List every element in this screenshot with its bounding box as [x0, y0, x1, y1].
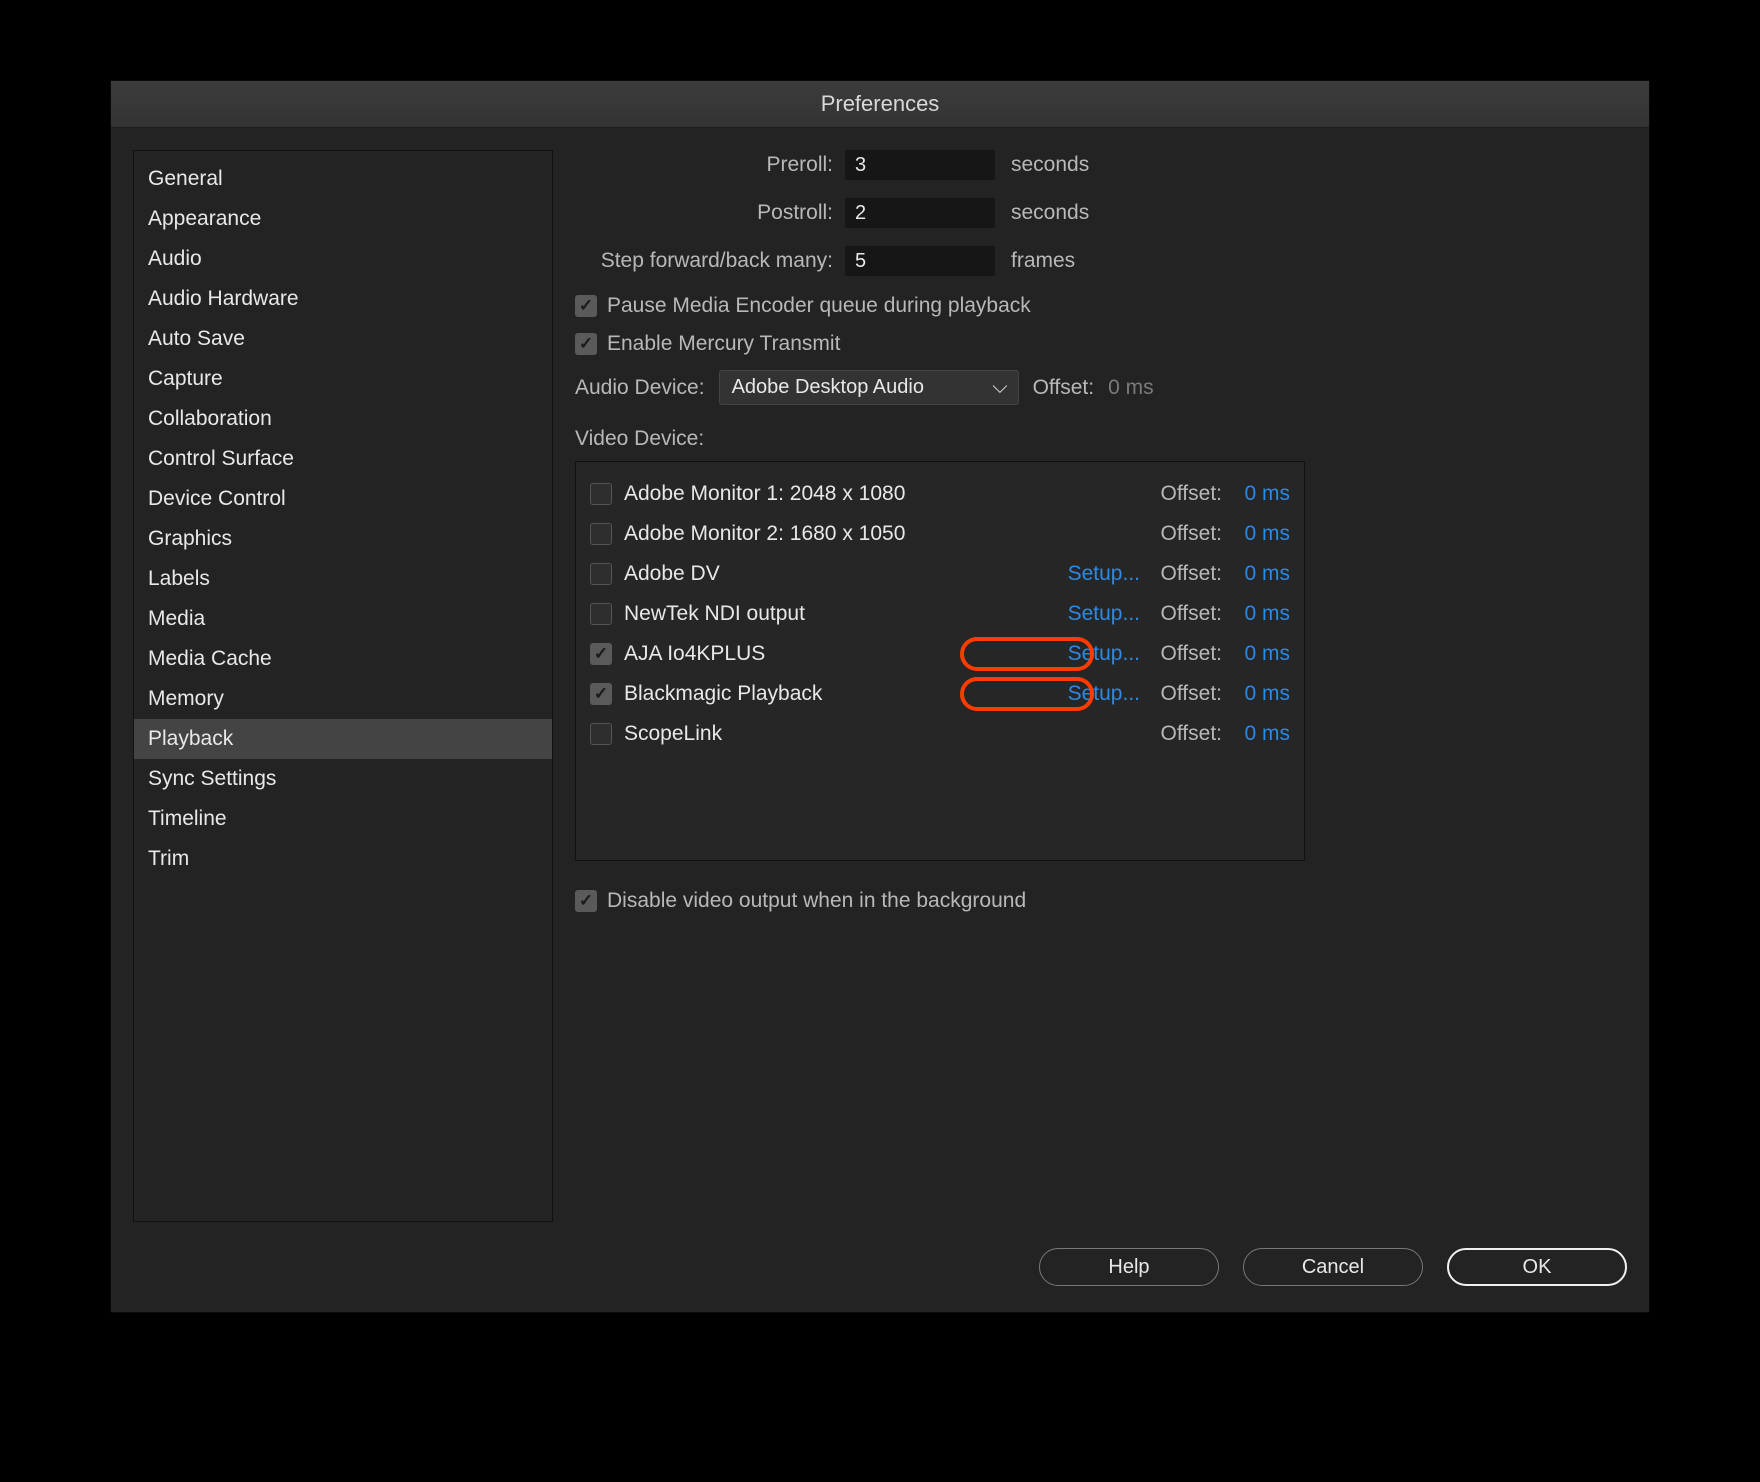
video-device-offset-label: Offset: — [1152, 482, 1222, 506]
video-device-row: Adobe Monitor 1: 2048 x 1080 Offset: 0 ms — [590, 474, 1290, 514]
video-device-name: Blackmagic Playback — [624, 682, 822, 706]
audio-device-label: Audio Device: — [575, 376, 705, 400]
pause-check-row[interactable]: Pause Media Encoder queue during playbac… — [575, 294, 1627, 318]
disable-bg-checkbox[interactable] — [575, 890, 597, 912]
video-device-checkbox[interactable] — [590, 523, 612, 545]
preroll-suffix: seconds — [1011, 153, 1089, 177]
video-device-row: ScopeLink Offset: 0 ms — [590, 714, 1290, 754]
video-device-offset-value[interactable]: 0 ms — [1234, 482, 1290, 506]
mercury-check-label: Enable Mercury Transmit — [607, 332, 840, 356]
dialog-footer: Help Cancel OK — [111, 1222, 1649, 1312]
cancel-button[interactable]: Cancel — [1243, 1248, 1423, 1286]
video-device-list: Adobe Monitor 1: 2048 x 1080Offset:0 msA… — [575, 461, 1305, 861]
sidebar-item-control-surface[interactable]: Control Surface — [134, 439, 552, 479]
preroll-input[interactable] — [845, 150, 995, 180]
sidebar-item-media[interactable]: Media — [134, 599, 552, 639]
step-input[interactable] — [845, 246, 995, 276]
help-button[interactable]: Help — [1039, 1248, 1219, 1286]
main-panel: Preroll: seconds Postroll: seconds Step … — [575, 150, 1627, 1222]
video-device-offset-value[interactable]: 0 ms — [1234, 602, 1290, 626]
dialog-content: GeneralAppearanceAudioAudio HardwareAuto… — [111, 128, 1649, 1222]
video-device-offset-label: Offset: — [1152, 722, 1222, 746]
postroll-input[interactable] — [845, 198, 995, 228]
pause-checkbox[interactable] — [575, 295, 597, 317]
video-device-setup-link[interactable]: Setup... — [1050, 642, 1140, 666]
sidebar-item-playback[interactable]: Playback — [134, 719, 552, 759]
disable-bg-check-label: Disable video output when in the backgro… — [607, 889, 1026, 913]
chevron-down-icon: ⌵ — [992, 376, 1007, 399]
video-device-offset-value[interactable]: 0 ms — [1234, 682, 1290, 706]
video-device-label: Video Device: — [575, 427, 1627, 451]
sidebar-item-memory[interactable]: Memory — [134, 679, 552, 719]
video-device-checkbox[interactable] — [590, 483, 612, 505]
mercury-check-row[interactable]: Enable Mercury Transmit — [575, 332, 1627, 356]
step-suffix: frames — [1011, 249, 1075, 273]
video-device-offset-label: Offset: — [1152, 602, 1222, 626]
video-device-name: Adobe Monitor 2: 1680 x 1050 — [624, 522, 905, 546]
postroll-row: Postroll: seconds — [575, 198, 1627, 228]
video-device-offset-value[interactable]: 0 ms — [1234, 562, 1290, 586]
video-device-offset-label: Offset: — [1152, 642, 1222, 666]
video-device-checkbox[interactable] — [590, 643, 612, 665]
video-device-name: NewTek NDI output — [624, 602, 805, 626]
disable-bg-check-row[interactable]: Disable video output when in the backgro… — [575, 889, 1627, 913]
video-device-name: AJA Io4KPLUS — [624, 642, 765, 666]
sidebar-item-audio-hardware[interactable]: Audio Hardware — [134, 279, 552, 319]
sidebar-item-capture[interactable]: Capture — [134, 359, 552, 399]
sidebar-item-device-control[interactable]: Device Control — [134, 479, 552, 519]
postroll-suffix: seconds — [1011, 201, 1089, 225]
video-device-setup-link[interactable]: Setup... — [1050, 682, 1140, 706]
step-label: Step forward/back many: — [575, 249, 845, 273]
step-row: Step forward/back many: frames — [575, 246, 1627, 276]
video-device-checkbox[interactable] — [590, 603, 612, 625]
audio-device-row: Audio Device: Adobe Desktop Audio ⌵ Offs… — [575, 370, 1627, 405]
sidebar-item-labels[interactable]: Labels — [134, 559, 552, 599]
video-device-checkbox[interactable] — [590, 683, 612, 705]
audio-offset-label: Offset: — [1033, 376, 1094, 400]
sidebar-item-collaboration[interactable]: Collaboration — [134, 399, 552, 439]
video-device-row: Adobe DV Setup... Offset: 0 ms — [590, 554, 1290, 594]
preroll-row: Preroll: seconds — [575, 150, 1627, 180]
video-device-row: NewTek NDI output Setup... Offset: 0 ms — [590, 594, 1290, 634]
dialog-title: Preferences — [111, 81, 1649, 128]
sidebar-item-media-cache[interactable]: Media Cache — [134, 639, 552, 679]
video-device-row: Adobe Monitor 2: 1680 x 1050 Offset: 0 ms — [590, 514, 1290, 554]
video-device-setup-link[interactable]: Setup... — [1050, 562, 1140, 586]
video-device-name: Adobe Monitor 1: 2048 x 1080 — [624, 482, 905, 506]
video-device-offset-value[interactable]: 0 ms — [1234, 722, 1290, 746]
sidebar-item-trim[interactable]: Trim — [134, 839, 552, 879]
video-device-offset-value[interactable]: 0 ms — [1234, 522, 1290, 546]
video-device-checkbox[interactable] — [590, 723, 612, 745]
pause-check-label: Pause Media Encoder queue during playbac… — [607, 294, 1031, 318]
video-device-offset-label: Offset: — [1152, 522, 1222, 546]
sidebar-item-sync-settings[interactable]: Sync Settings — [134, 759, 552, 799]
audio-offset-value: 0 ms — [1108, 376, 1154, 400]
postroll-label: Postroll: — [575, 201, 845, 225]
video-device-row: AJA Io4KPLUS Setup... Offset: 0 ms — [590, 634, 1290, 674]
video-device-name: ScopeLink — [624, 722, 722, 746]
mercury-checkbox[interactable] — [575, 333, 597, 355]
video-device-name: Adobe DV — [624, 562, 720, 586]
preferences-dialog: Preferences GeneralAppearanceAudioAudio … — [110, 80, 1650, 1313]
video-device-offset-label: Offset: — [1152, 562, 1222, 586]
sidebar-item-timeline[interactable]: Timeline — [134, 799, 552, 839]
audio-device-select[interactable]: Adobe Desktop Audio ⌵ — [719, 370, 1019, 405]
sidebar-item-graphics[interactable]: Graphics — [134, 519, 552, 559]
sidebar-item-audio[interactable]: Audio — [134, 239, 552, 279]
sidebar-item-appearance[interactable]: Appearance — [134, 199, 552, 239]
video-device-offset-value[interactable]: 0 ms — [1234, 642, 1290, 666]
video-device-checkbox[interactable] — [590, 563, 612, 585]
video-device-row: Blackmagic Playback Setup... Offset: 0 ms — [590, 674, 1290, 714]
preroll-label: Preroll: — [575, 153, 845, 177]
sidebar: GeneralAppearanceAudioAudio HardwareAuto… — [133, 150, 553, 1222]
audio-device-value: Adobe Desktop Audio — [732, 376, 924, 399]
sidebar-item-auto-save[interactable]: Auto Save — [134, 319, 552, 359]
sidebar-item-general[interactable]: General — [134, 159, 552, 199]
video-device-offset-label: Offset: — [1152, 682, 1222, 706]
ok-button[interactable]: OK — [1447, 1248, 1627, 1286]
video-device-setup-link[interactable]: Setup... — [1050, 602, 1140, 626]
